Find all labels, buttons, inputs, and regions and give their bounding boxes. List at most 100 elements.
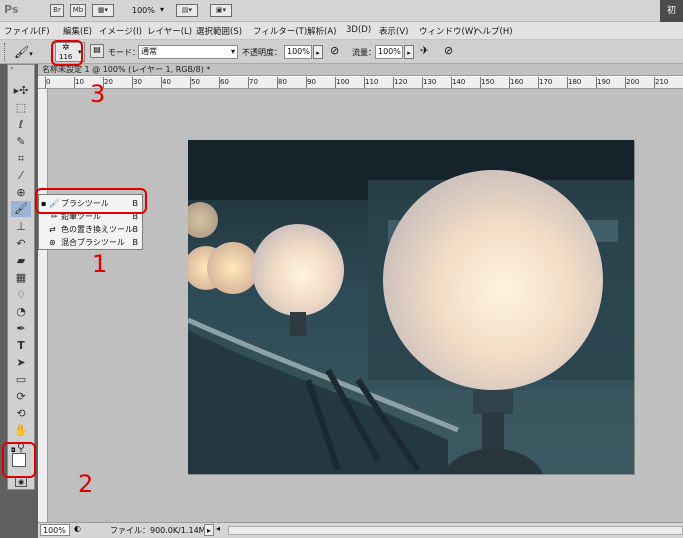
menu-window[interactable]: ウィンドウ(W) xyxy=(419,25,477,37)
ruler-tick-mark xyxy=(74,77,75,88)
rectangle-tool-icon[interactable]: ▭ xyxy=(11,372,31,388)
zoom-dropdown-arrow[interactable]: ▾ xyxy=(160,5,164,14)
gradient-tool-icon[interactable]: ▦ xyxy=(11,270,31,286)
menu-layer[interactable]: レイヤー(L) xyxy=(147,25,192,37)
brush-tool-icon[interactable]: 🖌 xyxy=(11,201,31,217)
tools-panel: » ▸✣ ⬚ ℓ ✎ ⌗ ⁄ ⊕ 🖌 ⊥ ↶ ▰ ▦ ♢ ◔ ✒ T ➤ ▭ ⟳… xyxy=(7,64,35,490)
ruler-tick-label: 210 xyxy=(655,78,669,86)
type-tool-icon[interactable]: T xyxy=(11,338,31,354)
menu-view[interactable]: 表示(V) xyxy=(379,25,408,37)
brush-panel-toggle[interactable]: ▤ xyxy=(90,44,104,58)
mode-select[interactable]: 通常 ▾ xyxy=(138,45,238,59)
flyout-label: 混合ブラシツール xyxy=(61,238,125,247)
flow-slider-button[interactable]: ▸ xyxy=(404,45,414,59)
lasso-tool-icon[interactable]: ℓ xyxy=(11,117,31,133)
menu-file[interactable]: ファイル(F) xyxy=(4,25,50,37)
panel-collapse-icon[interactable]: » xyxy=(10,66,32,72)
mini-bridge-button[interactable]: Mb xyxy=(70,4,86,17)
annotation-number-1: 1 xyxy=(92,250,108,278)
quick-mask-button[interactable]: ◉ xyxy=(15,477,27,487)
flow-input[interactable]: 100% xyxy=(375,45,403,59)
document-tab[interactable]: 名称未設定 1 @ 100% (レイヤー 1, RGB/8) * xyxy=(38,64,683,76)
menu-filter[interactable]: フィルター(T) xyxy=(253,25,307,37)
mode-label: モード： xyxy=(108,48,140,57)
workspace-switcher[interactable]: 初 xyxy=(660,0,683,22)
arrange-documents-dropdown[interactable]: ▤▾ xyxy=(176,4,198,17)
opacity-slider-button[interactable]: ▸ xyxy=(313,45,323,59)
ruler-tick-mark xyxy=(132,77,133,88)
opacity-input[interactable]: 100% xyxy=(284,45,312,59)
ruler-tick-mark xyxy=(538,77,539,88)
status-info-icon[interactable]: ◐ xyxy=(74,524,84,536)
mixer-brush-icon: ⊛ xyxy=(49,238,56,247)
ruler-tick-label: 200 xyxy=(626,78,640,86)
ruler-tick-mark xyxy=(422,77,423,88)
dodge-tool-icon[interactable]: ◔ xyxy=(11,304,31,320)
menu-image[interactable]: イメージ(I) xyxy=(99,25,142,37)
flyout-item-mixer-brush[interactable]: ⊛ 混合ブラシツール B xyxy=(39,236,142,249)
ruler-tick-mark xyxy=(596,77,597,88)
tool-preset-picker[interactable]: 🖌▾ xyxy=(14,44,44,60)
flyout-shortcut: B xyxy=(132,238,139,247)
move-tool-icon[interactable]: ▸✣ xyxy=(11,83,31,99)
tablet-size-pressure-icon[interactable]: ⊘ xyxy=(444,44,453,57)
menu-3d[interactable]: 3D(D) xyxy=(346,25,371,35)
status-zoom-field[interactable]: 100% xyxy=(40,524,70,536)
eyedropper-tool-icon[interactable]: ⁄ xyxy=(11,168,31,184)
status-bar: 100% ◐ ファイル：900.0K/1.14M ▸ ◂ xyxy=(38,522,683,538)
ruler-tick-label: 70 xyxy=(249,78,258,86)
flyout-item-color-replacement[interactable]: ⇄ 色の置き換えツール B xyxy=(39,223,142,236)
color-replacement-icon: ⇄ xyxy=(49,225,56,234)
ruler-tick-label: 180 xyxy=(568,78,582,86)
menu-help[interactable]: ヘルプ(H) xyxy=(474,25,513,37)
ruler-tick-mark xyxy=(509,77,510,88)
hand-tool-icon[interactable]: ✋ xyxy=(11,423,31,439)
3d-rotate-tool-icon[interactable]: ⟳ xyxy=(11,389,31,405)
ruler-tick-mark xyxy=(451,77,452,88)
ruler-tick-label: 60 xyxy=(220,78,229,86)
pen-tool-icon[interactable]: ✒ xyxy=(11,321,31,337)
spot-healing-tool-icon[interactable]: ⊕ xyxy=(11,185,31,201)
ruler-tick-mark xyxy=(248,77,249,88)
tablet-opacity-pressure-icon[interactable]: ⊘ xyxy=(330,44,339,57)
horizontal-scrollbar[interactable] xyxy=(228,526,683,535)
bridge-button[interactable]: Br xyxy=(50,4,64,17)
crop-tool-icon[interactable]: ⌗ xyxy=(11,151,31,167)
ruler-tick-label: 140 xyxy=(452,78,466,86)
flyout-label: 色の置き換えツール xyxy=(61,225,133,234)
airbrush-icon[interactable]: ✈ xyxy=(420,44,429,57)
zoom-level-dropdown[interactable]: 100% xyxy=(132,6,155,15)
ruler-tick-label: 80 xyxy=(278,78,287,86)
annotation-box-brush-tool xyxy=(35,188,147,214)
street-lamps-photo xyxy=(188,140,634,474)
3d-orbit-tool-icon[interactable]: ⟲ xyxy=(11,406,31,422)
application-bar: Ps Br Mb ▦▾ 100% ▾ ▤▾ ▣▾ 初 xyxy=(0,0,683,22)
menu-analysis[interactable]: 解析(A) xyxy=(307,25,336,37)
ruler-tick-mark xyxy=(161,77,162,88)
menu-edit[interactable]: 編集(E) xyxy=(63,25,92,37)
scroll-left-arrow[interactable]: ◂ xyxy=(216,524,226,533)
menu-select[interactable]: 選択範囲(S) xyxy=(196,25,242,37)
ruler-tick-label: 20 xyxy=(104,78,113,86)
ruler-tick-mark xyxy=(654,77,655,88)
mode-value: 通常 xyxy=(141,47,157,56)
ruler-tick-label: 120 xyxy=(394,78,408,86)
ruler-tick-label: 40 xyxy=(162,78,171,86)
status-menu-button[interactable]: ▸ xyxy=(204,524,214,536)
path-selection-tool-icon[interactable]: ➤ xyxy=(11,355,31,371)
marquee-tool-icon[interactable]: ⬚ xyxy=(11,100,31,116)
flyout-shortcut: B xyxy=(132,225,139,234)
options-bar: 🖌▾ ✲ 116 ▾ ▤ モード： 通常 ▾ 不透明度： 100% ▸ ⊘ 流量：… xyxy=(0,40,683,64)
ruler-tick-mark xyxy=(480,77,481,88)
blur-tool-icon[interactable]: ♢ xyxy=(11,287,31,303)
eraser-tool-icon[interactable]: ▰ xyxy=(11,253,31,269)
document-image-street-lamps[interactable] xyxy=(188,140,634,474)
ruler-tick-label: 170 xyxy=(539,78,553,86)
history-brush-tool-icon[interactable]: ↶ xyxy=(11,236,31,252)
ruler-tick-label: 110 xyxy=(365,78,379,86)
clone-stamp-tool-icon[interactable]: ⊥ xyxy=(11,219,31,235)
ruler-tick-mark xyxy=(306,77,307,88)
screen-mode-dropdown[interactable]: ▣▾ xyxy=(210,4,232,17)
quick-selection-tool-icon[interactable]: ✎ xyxy=(11,134,31,150)
extras-dropdown[interactable]: ▦▾ xyxy=(92,4,114,17)
